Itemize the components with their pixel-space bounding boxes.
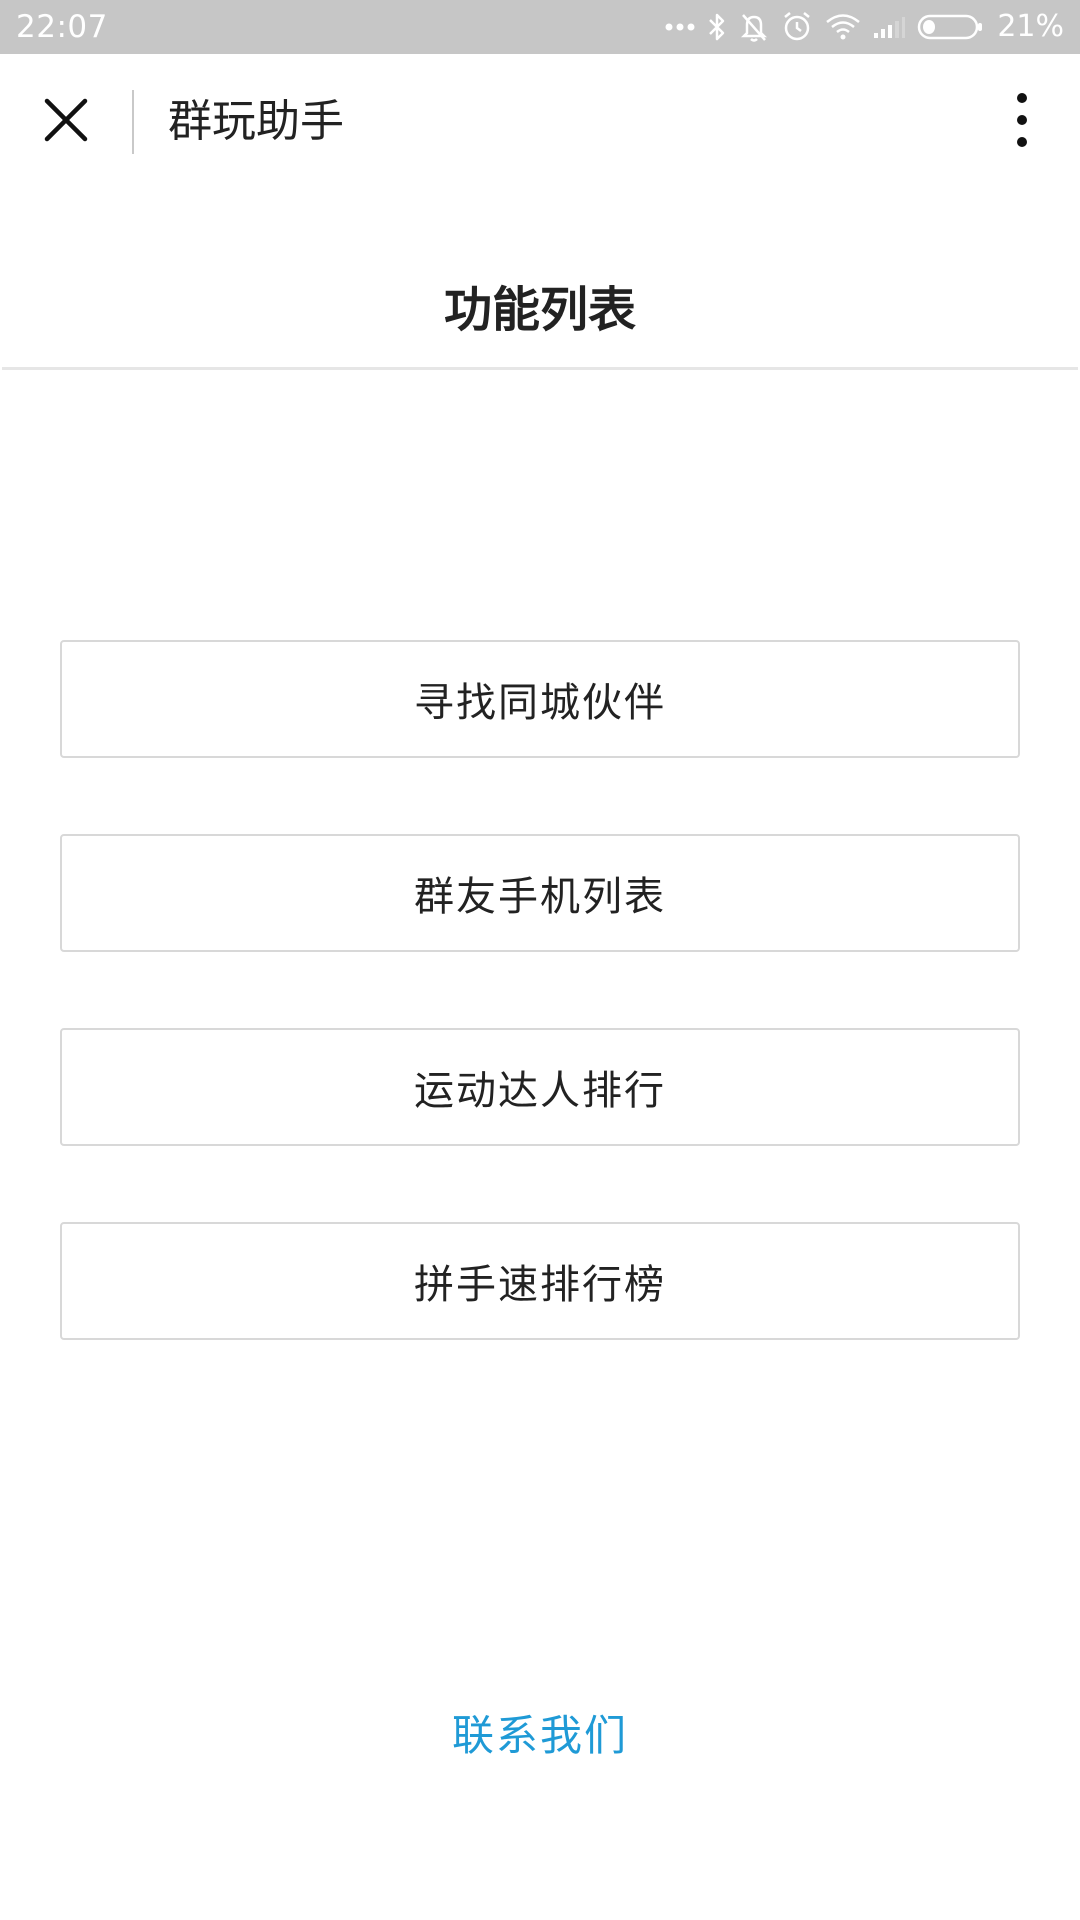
status-icons: 21% (665, 0, 1064, 54)
menu-item-find-local-partners[interactable]: 寻找同城伙伴 (60, 640, 1020, 758)
function-list: 寻找同城伙伴 群友手机列表 运动达人排行 拼手速排行榜 (60, 640, 1020, 1416)
page-header: 功能列表 (0, 190, 1080, 370)
nav-divider (132, 90, 134, 154)
menu-item-speed-ranking[interactable]: 拼手速排行榜 (60, 1222, 1020, 1340)
more-dots-icon (665, 22, 695, 32)
menu-item-sports-ranking[interactable]: 运动达人排行 (60, 1028, 1020, 1146)
page-title: 功能列表 (443, 282, 636, 338)
signal-icon (873, 15, 906, 39)
battery-percent: 21% (997, 9, 1064, 44)
bell-muted-icon (739, 11, 769, 43)
header-divider (2, 367, 1078, 370)
close-button[interactable] (38, 94, 94, 150)
nav-bar: 群玩助手 (0, 54, 1080, 190)
more-button[interactable] (998, 90, 1046, 154)
nav-title: 群玩助手 (168, 96, 344, 147)
more-vertical-icon (1015, 92, 1029, 152)
contact-us-link[interactable]: 联系我们 (0, 1706, 1080, 1766)
status-bar: 22:07 21% (0, 0, 1080, 54)
menu-item-group-phone-list[interactable]: 群友手机列表 (60, 834, 1020, 952)
alarm-icon (781, 11, 813, 43)
close-icon (43, 97, 89, 147)
wifi-icon (825, 13, 861, 41)
battery-icon (917, 13, 985, 41)
status-time: 22:07 (16, 9, 108, 45)
bluetooth-icon (707, 11, 727, 43)
